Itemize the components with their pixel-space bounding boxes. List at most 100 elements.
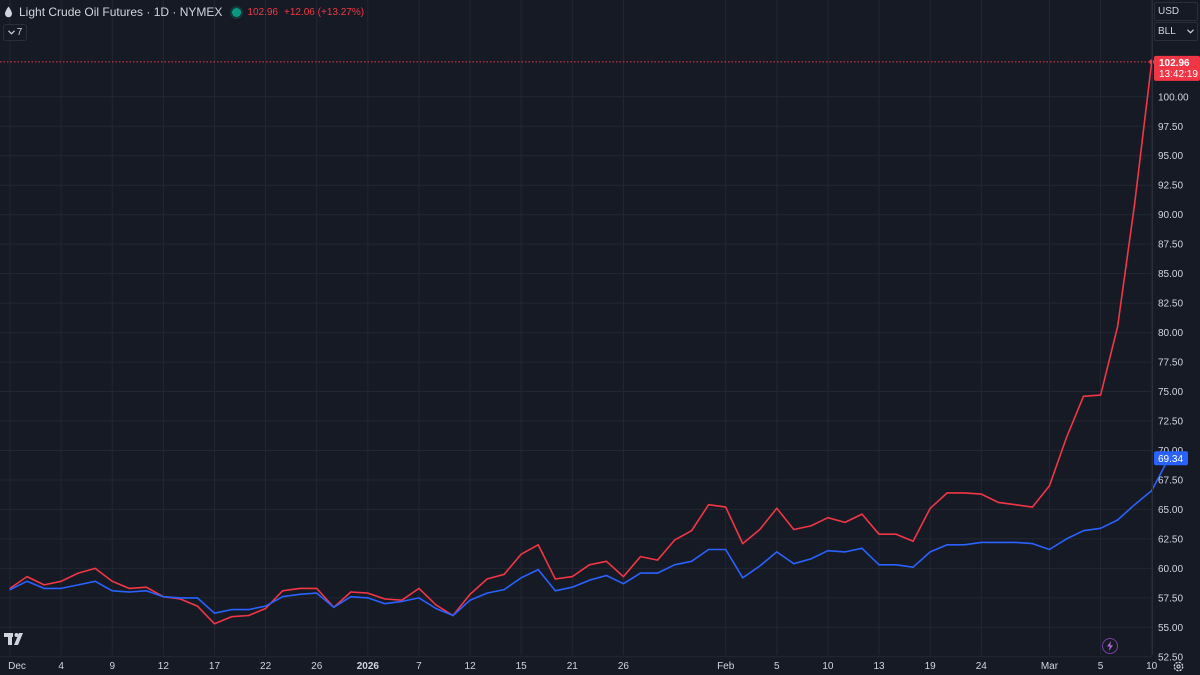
data-point [844,521,846,524]
data-point [724,548,727,551]
data-point [60,580,62,583]
data-point [997,541,1000,544]
y-tick-label: 85.00 [1158,269,1183,280]
y-tick-label: 87.50 [1158,240,1183,251]
data-point [94,580,96,583]
data-point [724,506,727,508]
data-point [1065,436,1068,439]
data-point [435,604,437,606]
data-point [43,587,45,590]
unit-button[interactable]: BLL [1154,22,1198,41]
data-point [43,584,45,586]
y-tick-label: 60.00 [1158,564,1183,575]
series-layer [9,61,1170,625]
data-point [520,553,522,556]
data-point [145,586,148,589]
data-point [77,584,79,586]
data-point [793,562,795,565]
data-point [1014,541,1017,544]
x-tick-label: 22 [260,661,272,672]
settings-gear-icon[interactable] [1172,660,1185,673]
y-tick-label: 97.50 [1158,122,1183,133]
data-point [571,586,574,589]
symbol-title: Light Crude Oil Futures · 1D · NYMEX [19,5,223,19]
data-point [196,597,199,599]
data-point [350,595,352,598]
data-point [963,492,966,494]
data-point [350,591,352,593]
data-point [605,560,608,563]
series-line-compare [9,457,1170,617]
data-point [605,574,608,577]
data-point [179,597,182,599]
last-price-text: 102.96 [247,6,278,18]
data-point [741,577,744,579]
data-point [776,551,778,553]
data-point [537,544,540,546]
data-point [298,593,301,596]
data-point [1065,538,1068,540]
x-tick-label: 7 [416,661,422,672]
interval-toggle-button[interactable]: 7 [3,24,27,41]
bolt-glyph [1107,641,1113,651]
y-tick-label: 55.00 [1158,623,1183,634]
data-point [980,493,983,495]
compare-price-value: 69.34 [1158,454,1183,465]
data-point [94,567,96,570]
data-point [588,579,591,581]
x-tick-label: 9 [109,661,115,672]
chevron-down-icon [7,30,15,35]
data-point [861,513,863,515]
data-point [537,568,540,571]
x-tick-label: Feb [717,661,735,672]
data-point [418,597,420,599]
data-point [503,573,505,576]
last-price-time: 13:42:19 [1159,69,1198,80]
data-point [912,540,914,543]
x-tick-label: 15 [516,661,528,672]
data-point [452,614,454,617]
x-tick-label: 19 [925,661,937,672]
x-tick-label: 24 [976,661,988,672]
price-chart[interactable]: 52.5055.0057.5060.0062.5065.0067.5070.00… [0,0,1200,675]
time-axis: Dec 4 9 12 17 22 26 2026 7 12 15 21 26 Feb 5 10 13 19 24 Ma… [8,661,1158,672]
data-point [895,564,897,566]
data-point [946,492,948,494]
x-tick-label: 12 [158,661,170,672]
data-point [60,587,62,590]
unit-label: BLL [1158,26,1176,37]
data-point [622,575,625,578]
data-point [827,549,829,552]
market-status-icon[interactable] [232,7,242,17]
data-point [281,589,284,592]
data-point [690,560,693,563]
data-point [1031,506,1034,508]
data-point [929,551,931,553]
data-point [111,580,114,583]
data-point [758,565,761,567]
data-point [77,572,79,574]
interval-label: 7 [16,27,23,38]
chart-legend-header[interactable]: Light Crude Oil Futures · 1D · NYMEX 102… [4,3,364,21]
data-point [707,503,710,506]
data-point [435,607,437,610]
currency-button[interactable]: USD [1154,2,1198,21]
data-point [196,605,199,607]
data-point [213,612,216,614]
data-point [230,615,233,618]
y-tick-label: 72.50 [1158,417,1183,428]
data-point [895,533,897,535]
data-point [912,566,914,568]
data-point [469,599,471,602]
tradingview-logo-icon[interactable] [4,631,28,647]
data-point [418,587,420,590]
data-point [622,582,625,585]
last-price-value: 102.96 [1159,58,1190,69]
data-point [1048,485,1051,487]
y-tick-label: 80.00 [1158,328,1183,339]
lightning-icon[interactable] [1102,638,1118,654]
data-point [1133,203,1136,205]
data-point [656,572,659,574]
data-point [810,558,812,560]
x-tick-label: 10 [1146,661,1158,672]
